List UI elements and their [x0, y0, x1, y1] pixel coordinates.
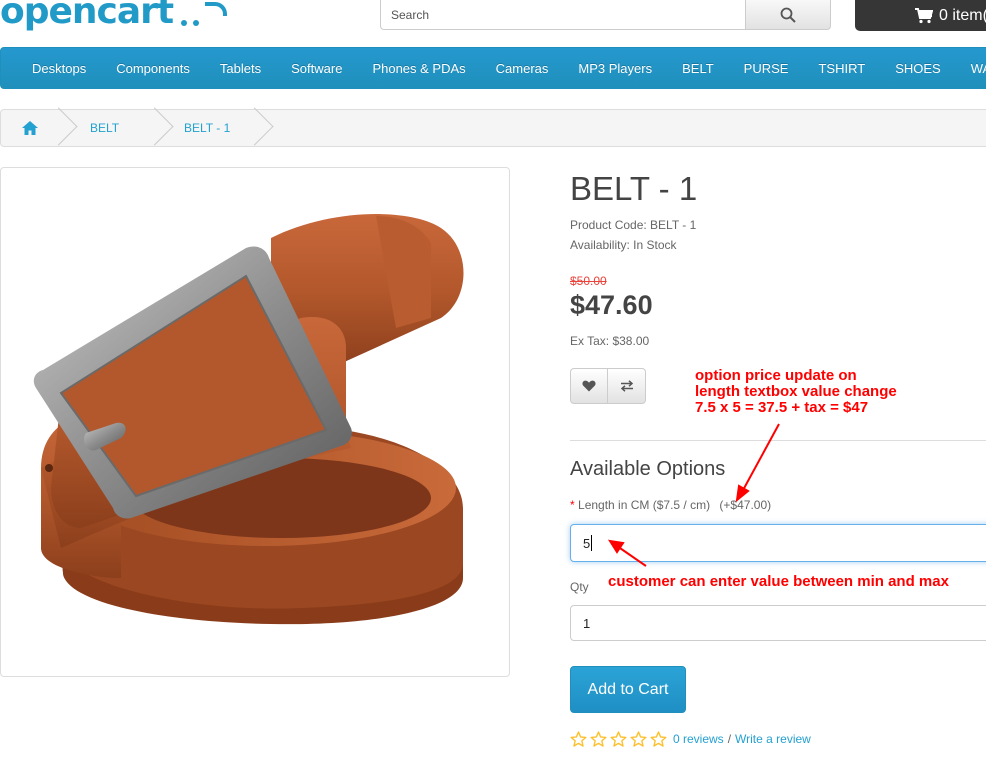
shopping-cart-icon: [915, 7, 933, 23]
rating-row: 0 reviews / Write a review: [570, 731, 811, 747]
menu-item-belt[interactable]: BELT: [667, 61, 729, 76]
product-title: BELT - 1: [570, 170, 698, 207]
length-label-text: Length in CM ($7.5 / cm): [578, 498, 711, 512]
menu-item-shoes[interactable]: SHOES: [880, 61, 956, 76]
star-icon: [650, 731, 667, 747]
menu-item-software[interactable]: Software: [276, 61, 357, 76]
availability: Availability: In Stock: [570, 238, 677, 252]
menu-item-phones-pdas[interactable]: Phones & PDAs: [357, 61, 480, 76]
write-review-link[interactable]: Write a review: [735, 732, 811, 746]
menu-item-mp3-players[interactable]: MP3 Players: [563, 61, 667, 76]
breadcrumb: BELT BELT - 1: [0, 109, 986, 147]
cart-button[interactable]: 0 item(: [855, 0, 986, 31]
annotation-line-3: 7.5 x 5 = 37.5 + tax = $47: [695, 399, 869, 416]
main-menu: Desktops Components Tablets Software Pho…: [0, 47, 986, 89]
star-icon: [630, 731, 647, 747]
qty-input[interactable]: 1: [570, 605, 986, 641]
reviews-link[interactable]: 0 reviews: [673, 732, 724, 746]
search-icon: [780, 7, 796, 23]
length-input[interactable]: 5: [570, 524, 986, 562]
add-to-wishlist-button[interactable]: [570, 368, 608, 404]
menu-item-purse[interactable]: PURSE: [729, 61, 804, 76]
cart-label: 0 item(: [939, 6, 986, 24]
available-options-heading: Available Options: [570, 458, 726, 480]
menu-item-cameras[interactable]: Cameras: [481, 61, 564, 76]
star-icon: [570, 731, 587, 747]
breadcrumb-item-belt-1[interactable]: BELT - 1: [158, 110, 258, 146]
breadcrumb-item-belt[interactable]: BELT: [62, 110, 158, 146]
home-icon: [22, 121, 38, 135]
menu-item-components[interactable]: Components: [101, 61, 205, 76]
search-bar: [380, 0, 831, 30]
belt-image: [33, 214, 464, 625]
heart-icon: [582, 380, 596, 392]
search-input[interactable]: [380, 0, 745, 30]
compare-button[interactable]: [608, 368, 646, 404]
length-input-value: 5: [583, 535, 591, 551]
logo-cart-mark: [181, 2, 228, 26]
annotation-arrow-top: [735, 423, 780, 503]
qty-label: Qty: [570, 580, 589, 594]
text-caret: [591, 535, 593, 551]
annotation-line-1: option price update on: [695, 367, 857, 384]
menu-item-tshirt[interactable]: TSHIRT: [803, 61, 880, 76]
product-code: Product Code: BELT - 1: [570, 218, 697, 232]
add-to-cart-button[interactable]: Add to Cart: [570, 666, 686, 713]
annotation-min-max: customer can enter value between min and…: [608, 573, 949, 590]
required-marker: *: [570, 498, 575, 512]
length-option-label: * Length in CM ($7.5 / cm) (+$47.00): [570, 498, 771, 512]
star-icon: [610, 731, 627, 747]
search-button[interactable]: [745, 0, 831, 30]
old-price: $50.00: [570, 274, 607, 288]
exchange-icon: [620, 380, 633, 392]
menu-item-desktops[interactable]: Desktops: [17, 61, 101, 76]
annotation-price-update: option price update on length textbox va…: [695, 368, 897, 416]
product-actions: [570, 368, 646, 404]
star-rating: [570, 731, 670, 747]
reviews-separator: /: [727, 732, 732, 746]
annotation-line-2: length textbox value change: [695, 383, 897, 400]
star-icon: [590, 731, 607, 747]
divider: [570, 440, 986, 441]
product-price: $47.60: [570, 290, 653, 320]
ex-tax-price: Ex Tax: $38.00: [570, 334, 650, 348]
menu-item-tablets[interactable]: Tablets: [205, 61, 276, 76]
length-price-modifier: (+$47.00): [719, 498, 772, 512]
menu-item-wallet[interactable]: WALLET: [956, 61, 986, 76]
logo-text: opencart: [0, 0, 174, 32]
product-image[interactable]: [0, 167, 510, 677]
logo[interactable]: opencart: [0, 0, 228, 32]
breadcrumb-home[interactable]: [1, 110, 62, 146]
qty-input-value: 1: [583, 615, 591, 631]
